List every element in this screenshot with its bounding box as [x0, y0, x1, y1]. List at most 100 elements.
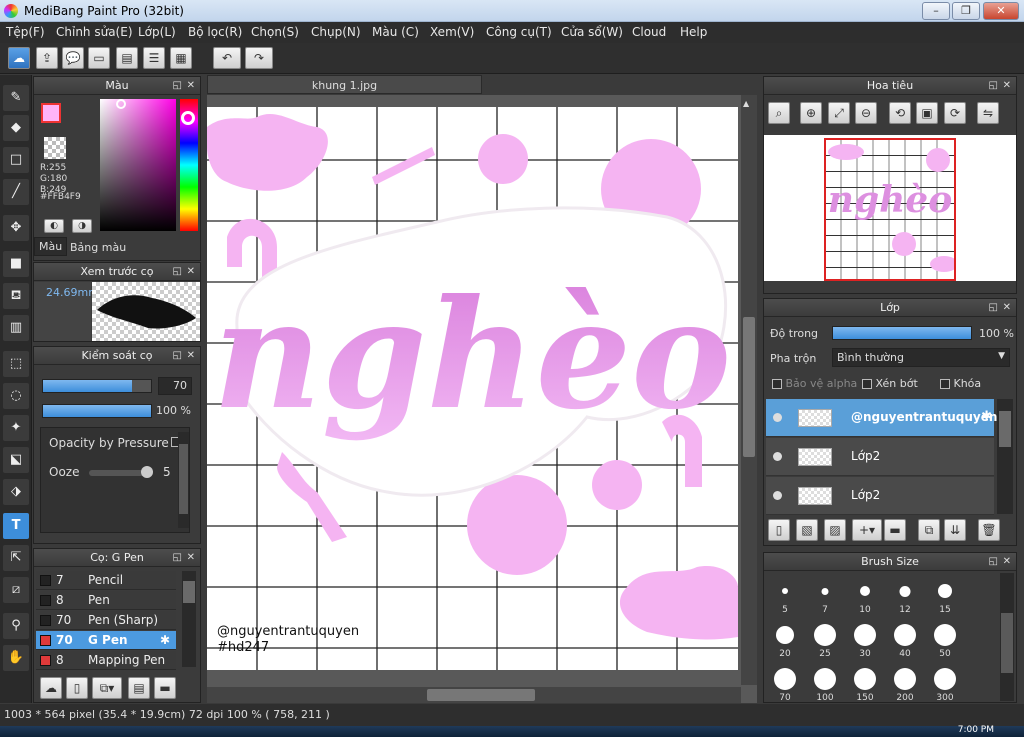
close-panel-icon[interactable]: ✕ [1003, 77, 1011, 95]
brush-item[interactable]: 8 Pen [36, 591, 176, 610]
menu-file[interactable]: Tệp(F) [6, 25, 45, 39]
eraser-tool-icon[interactable]: ◆ [3, 115, 29, 141]
maximize-button[interactable]: ❐ [952, 2, 980, 20]
brush-cloud-icon[interactable]: ☁ [40, 677, 62, 699]
bucket-tool-icon[interactable]: ⛾ [3, 283, 29, 309]
brush-size-cell[interactable]: 40 [886, 617, 924, 660]
close-panel-icon[interactable]: ✕ [187, 77, 195, 95]
list-icon[interactable]: ☰ [143, 47, 165, 69]
close-panel-icon[interactable]: ✕ [1003, 553, 1011, 571]
page-icon[interactable]: ▤ [116, 47, 138, 69]
detach-icon[interactable]: ◱ [173, 77, 182, 95]
lasso-tool-icon[interactable]: ◌ [3, 383, 29, 409]
document-tab[interactable]: khung 1.jpg [207, 75, 482, 94]
hue-slider[interactable] [180, 99, 198, 231]
menu-color[interactable]: Màu (C) [372, 25, 419, 39]
options-scrollbar[interactable] [178, 432, 189, 528]
layer-folder-icon[interactable]: ▬ [884, 519, 906, 541]
hue-cursor[interactable] [181, 111, 195, 125]
merge-layer-icon[interactable]: ⇊ [944, 519, 966, 541]
layer-scrollbar[interactable] [997, 399, 1013, 514]
close-panel-icon[interactable]: ✕ [187, 263, 195, 281]
detach-icon[interactable]: ◱ [989, 77, 998, 95]
divide-tool-icon[interactable]: ⧄ [3, 577, 29, 603]
add-layer-menu-icon[interactable]: +▾ [852, 519, 882, 541]
canvas-hscroll-thumb[interactable] [427, 689, 535, 701]
brush-list-scrollbar[interactable] [182, 571, 196, 667]
display-icon[interactable]: ▭ [88, 47, 110, 69]
brush-size-cell[interactable]: 100 [806, 661, 844, 702]
menu-cloud[interactable]: Cloud [632, 25, 666, 39]
brush-size-cell[interactable]: 25 [806, 617, 844, 660]
fit-window-icon[interactable]: ⤢ [828, 102, 850, 124]
brush-item[interactable]: 8 Mapping Pen [36, 651, 176, 670]
brush-size-cell[interactable]: 20 [766, 617, 804, 660]
zoom-out-icon[interactable]: ⊖ [855, 102, 877, 124]
eyedropper-tool-icon[interactable]: ⚲ [3, 613, 29, 639]
brush-size-cell[interactable]: 200 [886, 661, 924, 702]
rotate-right-icon[interactable]: ⟳ [944, 102, 966, 124]
canvas-horizontal-scrollbar[interactable] [207, 687, 741, 703]
layer-row[interactable]: Lớp2 [766, 438, 994, 476]
brush-size-cell[interactable]: 5 [766, 573, 804, 616]
primary-color-swatch[interactable] [41, 103, 61, 123]
select-eraser-tool-icon[interactable]: ⬗ [3, 479, 29, 505]
transparent-color-swatch[interactable] [44, 137, 66, 159]
delete-layer-icon[interactable]: 🗑 [978, 519, 1000, 541]
fill-rect-tool-icon[interactable]: ■ [3, 251, 29, 277]
menu-help[interactable]: Help [680, 25, 707, 39]
redo-icon[interactable]: ↷ [245, 47, 273, 69]
brush-tool-icon[interactable]: ✎ [3, 85, 29, 111]
move-tool-icon[interactable]: ✥ [3, 215, 29, 241]
menu-view[interactable]: Xem(V) [430, 25, 474, 39]
canvas-vscroll-thumb[interactable] [743, 317, 755, 457]
brush-opacity-slider[interactable] [42, 404, 152, 418]
brush-size-cell[interactable]: 7 [806, 573, 844, 616]
close-panel-icon[interactable]: ✕ [187, 549, 195, 567]
rotate-left-icon[interactable]: ⟲ [889, 102, 911, 124]
options-scroll-thumb[interactable] [179, 444, 188, 514]
cloud-icon[interactable]: ☁ [8, 47, 30, 69]
undo-icon[interactable]: ↶ [213, 47, 241, 69]
brush-add-icon[interactable]: ⧉▾ [92, 677, 122, 699]
menu-edit[interactable]: Chỉnh sửa(E) [56, 25, 133, 39]
menu-window[interactable]: Cửa sổ(W) [561, 25, 623, 39]
layer-opacity-slider[interactable] [832, 326, 972, 340]
scroll-up-icon[interactable]: ▲ [743, 99, 749, 108]
new-layer-icon[interactable]: ▯ [768, 519, 790, 541]
close-panel-icon[interactable]: ✕ [187, 347, 195, 365]
select-rect-tool-icon[interactable]: ⬚ [3, 351, 29, 377]
color-add-icon[interactable]: ◑ [72, 219, 92, 233]
color-mode-icon[interactable]: ◐ [44, 219, 64, 233]
menu-capture[interactable]: Chụp(N) [311, 25, 361, 39]
hand-tool-icon[interactable]: ✋ [3, 645, 29, 671]
brush-size-cell[interactable]: 70 [766, 661, 804, 702]
menu-layer[interactable]: Lớp(L) [138, 25, 176, 39]
protect-alpha-option[interactable]: Bảo vệ alpha [772, 377, 857, 390]
rect-tool-icon[interactable]: □ [3, 147, 29, 173]
brush-item[interactable]: 7 Pencil [36, 571, 176, 590]
detach-icon[interactable]: ◱ [989, 553, 998, 571]
brush-item[interactable]: 70 Pen (Sharp) [36, 611, 176, 630]
ooze-slider[interactable] [89, 466, 153, 478]
detach-icon[interactable]: ◱ [173, 263, 182, 281]
operation-tool-icon[interactable]: ⇱ [3, 545, 29, 571]
new-layer-8bit-icon[interactable]: ▨ [824, 519, 846, 541]
detach-icon[interactable]: ◱ [173, 549, 182, 567]
layer-scroll-thumb[interactable] [999, 411, 1011, 447]
protect-alpha-checkbox[interactable] [772, 379, 782, 389]
gradient-tool-icon[interactable]: ▥ [3, 315, 29, 341]
brush-size-cell[interactable]: 150 [846, 661, 884, 702]
brush-size-cell[interactable]: 30 [846, 617, 884, 660]
lock-checkbox[interactable] [940, 379, 950, 389]
menu-filter[interactable]: Bộ lọc(R) [188, 25, 242, 39]
brush-size-cell[interactable]: 300 [926, 661, 964, 702]
comment-icon[interactable]: 💬 [62, 47, 84, 69]
tab-palette[interactable]: Bảng màu [70, 239, 126, 256]
brush-size-cell[interactable]: 10 [846, 573, 884, 616]
select-pen-tool-icon[interactable]: ⬕ [3, 447, 29, 473]
sv-cursor[interactable] [116, 99, 126, 109]
duplicate-layer-icon[interactable]: ⧉ [918, 519, 940, 541]
zoom-in-icon[interactable]: ⊕ [800, 102, 822, 124]
brush-size-slider[interactable] [42, 379, 152, 393]
